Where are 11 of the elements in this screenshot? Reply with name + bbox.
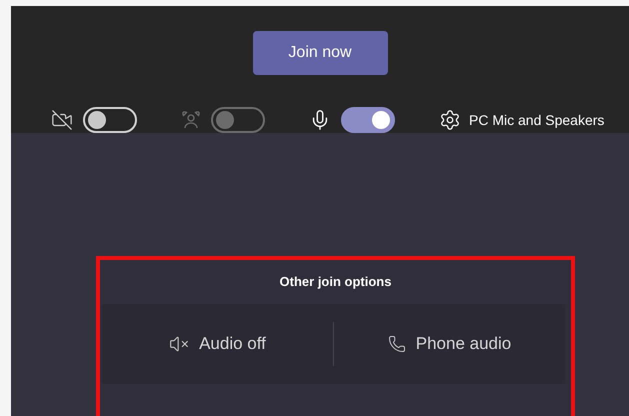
settings-icon: [439, 109, 461, 131]
phone-icon: [388, 335, 406, 353]
speaker-muted-icon: [169, 334, 190, 354]
toggle-switch[interactable]: [341, 107, 395, 133]
camera-off-icon: [51, 109, 73, 131]
join-option[interactable]: Phone audio: [334, 331, 565, 357]
join-option[interactable]: Audio off: [102, 331, 333, 357]
join-button[interactable]: Join now: [252, 31, 388, 75]
section-title: Other join options: [278, 273, 392, 292]
device-settings-button[interactable]: PC Mic and Speakers: [439, 109, 604, 131]
background-effects-icon: [181, 110, 201, 130]
